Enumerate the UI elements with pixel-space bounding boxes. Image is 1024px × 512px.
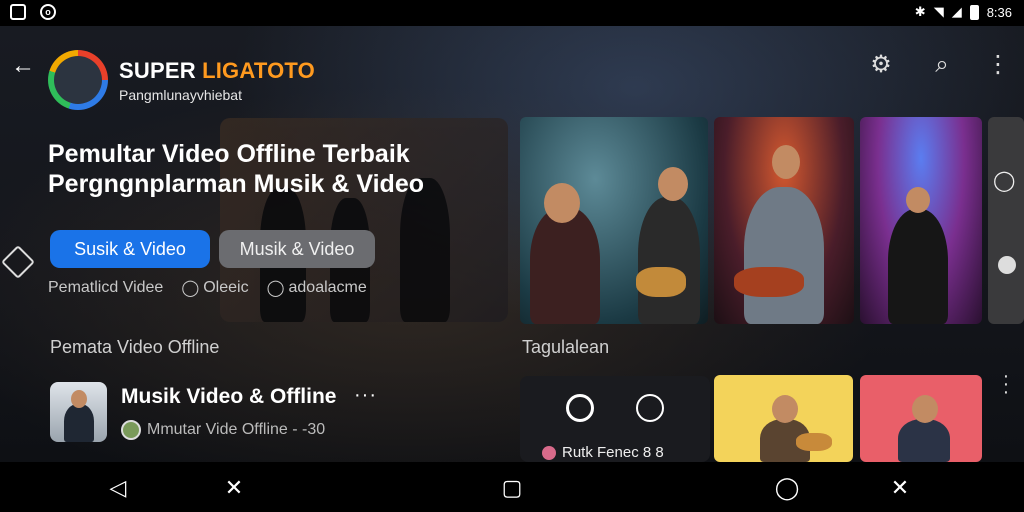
more-vertical-icon[interactable]: ⋮ [983,50,1013,80]
list-item-subtitle: Mmutar Vide Offline - -30 [147,421,326,438]
video-thumbnail-concert[interactable] [860,117,982,324]
app-logo [48,50,108,110]
meta-item-video[interactable]: Pematlicd Videe [48,278,163,298]
nav-home-icon[interactable]: ▢ [498,474,526,502]
pager-dot-icon[interactable] [998,256,1016,274]
section-title-trending: Tagulalean [522,337,610,357]
meta-item-share-label: adoalacme [288,279,367,296]
primary-music-video-button[interactable]: Susik & Video [50,230,210,268]
list-item-thumbnail[interactable] [50,382,107,442]
brand-name-part1: SUPER [119,58,203,83]
signal-icon: ◢ [951,4,962,19]
section-title-offline: Pemata Video Offline [50,337,220,357]
brand-name-part2: LIGATOTO [202,58,315,83]
hero-meta-row: Pematlicd Videe ◯ Oleeic ◯ adoalacme [48,278,367,298]
meta-item-share[interactable]: ◯ adoalacme [267,278,367,298]
panel-text: Rutk Fenec 8 8 [562,444,664,461]
meta-item-comments-label: Oleeic [203,279,249,296]
hero-headline-line2: Pergngnplarman Musik & Video [48,170,425,198]
nav-recents-icon[interactable]: ◯ [773,474,801,502]
meta-item-video-label: Pematlicd Videe [48,279,164,296]
list-item-title[interactable]: Musik Video & Offline [121,385,336,409]
status-time: 8:36 [986,4,1012,20]
settings-icon[interactable]: ⚙ [866,50,896,80]
status-bar: o ✱ ◥ ◢ 8:36 [0,0,1024,26]
sim-icon [10,4,26,20]
brand-tagline: Pangmlunayvhiebat [119,87,242,103]
panel-text-row: Rutk Fenec 8 8 [542,444,664,461]
hero-headline: Pemultar Video Offline Terbaik Pergngnpl… [48,139,478,199]
video-thumbnail-guitarist[interactable] [714,117,854,324]
list-item-more-icon[interactable]: ··· [354,384,377,407]
video-thumbnail-partial[interactable] [988,117,1024,324]
card-more-icon[interactable]: · · · [998,366,1014,402]
chat-icon: ◯ [266,280,285,297]
chat-bubble-icon[interactable]: ◯ [993,168,1015,193]
back-arrow-icon[interactable]: ← [10,54,36,80]
battery-icon [969,4,979,20]
wifi-icon: ◥ [933,4,944,19]
video-thumbnail-singer[interactable] [520,117,708,324]
refresh-icon[interactable] [566,394,594,422]
bluetooth-icon: ✱ [914,4,926,19]
navigation-bar: ◁ ✕ ▢ ◯ ✕ [0,462,1024,512]
video-card-yellow[interactable] [714,375,853,462]
hero-headline-line1: Pemultar Video Offline Terbaik [48,140,410,168]
list-item-subtitle-row: Mmutar Vide Offline - -30 [121,420,325,440]
video-card-red[interactable] [860,375,982,462]
search-icon[interactable]: ⌕ [927,50,957,80]
meta-item-comments[interactable]: ◯ Oleeic [181,278,248,298]
app-notification-icon: o [40,4,56,20]
nav-close-icon[interactable]: ✕ [220,474,248,502]
panel-avatar [542,445,556,460]
comment-icon: ◯ [181,280,200,297]
compass-icon[interactable] [636,394,664,422]
secondary-music-video-button[interactable]: Musik & Video [219,230,375,268]
channel-avatar [121,420,141,440]
nav-dismiss-icon[interactable]: ✕ [886,474,914,502]
nav-back-icon[interactable]: ◁ [104,474,132,502]
brand-name: SUPER LIGATOTO [119,58,315,84]
